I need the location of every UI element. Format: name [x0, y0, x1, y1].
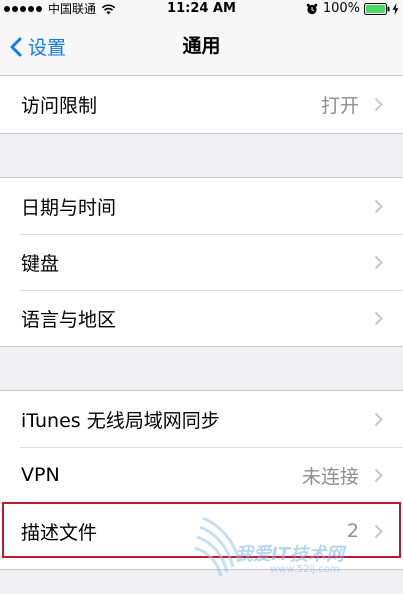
cell-label: 键盘: [21, 252, 60, 275]
status-bar: 中国联通 11:24 AM 100%: [0, 0, 403, 18]
chevron-right-icon: [374, 524, 383, 538]
battery-percent: 100%: [322, 1, 360, 16]
cell-profiles[interactable]: 描述文件 2: [0, 503, 403, 559]
settings-group-locale: 日期与时间 键盘 语言与地区: [0, 177, 403, 347]
cell-detail-value: 打开: [320, 94, 359, 117]
chevron-right-icon: [374, 311, 383, 325]
navigation-bar: 通用 设置: [0, 18, 403, 76]
back-button-label: 设置: [28, 37, 67, 59]
back-button[interactable]: 设置: [10, 18, 66, 75]
chevron-right-icon: [374, 97, 383, 111]
settings-group-network: iTunes 无线局域网同步 VPN 未连接 描述文件 2: [0, 390, 403, 570]
chevron-right-icon: [374, 255, 383, 269]
cell-language-region[interactable]: 语言与地区: [0, 290, 403, 346]
cell-label: iTunes 无线局域网同步: [21, 409, 220, 432]
cell-date-time[interactable]: 日期与时间: [0, 178, 403, 234]
screen: 中国联通 11:24 AM 100% 通用 设置 访问限制 打开 日期与时间 键…: [0, 0, 403, 594]
settings-group-restrictions: 访问限制 打开: [0, 76, 403, 134]
battery-icon: [364, 3, 390, 15]
chevron-right-icon: [374, 468, 383, 482]
cell-vpn[interactable]: VPN 未连接: [0, 447, 403, 503]
cell-label: 描述文件: [21, 521, 98, 544]
cell-label: 日期与时间: [21, 196, 117, 219]
chevron-right-icon: [374, 199, 383, 213]
cell-label: 语言与地区: [21, 308, 117, 331]
cell-itunes-wifi-sync[interactable]: iTunes 无线局域网同步: [0, 391, 403, 447]
charging-icon: [392, 3, 399, 15]
cell-restrictions[interactable]: 访问限制 打开: [0, 76, 403, 132]
cell-detail-value: 2: [346, 520, 359, 542]
cell-label: VPN: [21, 464, 60, 486]
status-right: 100%: [306, 0, 399, 18]
chevron-right-icon: [374, 412, 383, 426]
alarm-icon: [306, 3, 318, 15]
cell-keyboard[interactable]: 键盘: [0, 234, 403, 290]
chevron-left-icon: [10, 37, 22, 56]
cell-label: 访问限制: [21, 94, 98, 117]
cell-detail-value: 未连接: [301, 465, 359, 488]
